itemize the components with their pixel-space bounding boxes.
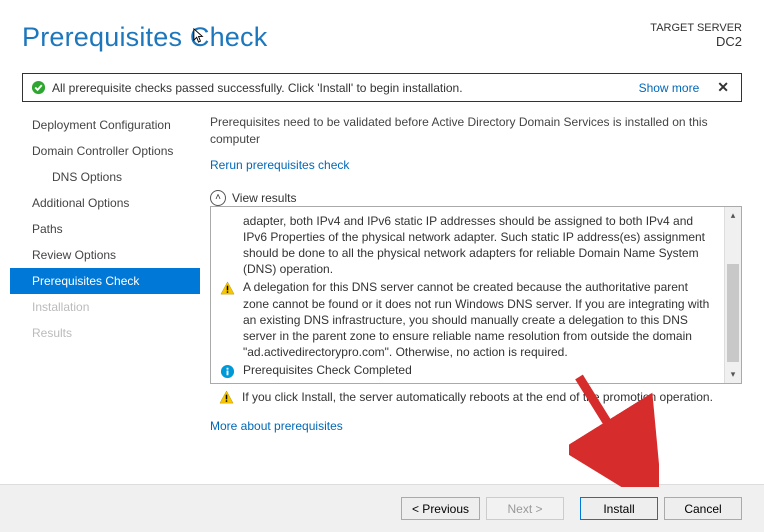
sidebar-item-prerequisites-check[interactable]: Prerequisites Check [10, 268, 200, 294]
status-banner-message: All prerequisite checks passed successfu… [46, 81, 639, 95]
sidebar-item-installation: Installation [10, 294, 200, 320]
show-more-link[interactable]: Show more [639, 81, 700, 95]
scroll-track[interactable] [725, 224, 741, 366]
previous-button[interactable]: < Previous [401, 497, 480, 520]
success-icon [219, 381, 235, 384]
footer-buttons: < Previous Next > Install Cancel [0, 484, 764, 532]
cancel-button[interactable]: Cancel [664, 497, 742, 520]
result-text-success: All prerequisite checks passed successfu… [243, 381, 717, 384]
view-results-label: View results [232, 191, 296, 205]
page-title: Prerequisites Check [22, 22, 267, 53]
sidebar: Deployment Configuration Domain Controll… [10, 110, 200, 433]
sidebar-item-results: Results [10, 320, 200, 346]
chevron-up-icon: ˄ [210, 190, 226, 206]
install-button[interactable]: Install [580, 497, 658, 520]
warning-icon [218, 390, 234, 405]
rerun-prerequisites-link[interactable]: Rerun prerequisites check [210, 158, 742, 172]
sidebar-item-dns-options[interactable]: DNS Options [10, 164, 200, 190]
view-results-toggle[interactable]: ˄ View results [210, 190, 742, 206]
content-area: Prerequisites need to be validated befor… [200, 110, 742, 433]
reboot-warning-row: If you click Install, the server automat… [210, 390, 742, 405]
description-text: Prerequisites need to be validated befor… [210, 114, 742, 148]
result-text-delegation: A delegation for this DNS server cannot … [243, 279, 717, 360]
sidebar-item-review-options[interactable]: Review Options [10, 242, 200, 268]
results-panel: adapter, both IPv4 and IPv6 static IP ad… [210, 206, 742, 384]
sidebar-item-deployment-configuration[interactable]: Deployment Configuration [10, 112, 200, 138]
results-scrollbar[interactable]: ▴ ▾ [724, 207, 741, 383]
cursor-icon [192, 27, 207, 45]
scroll-thumb[interactable] [727, 264, 739, 362]
target-server-label: TARGET SERVER [650, 22, 742, 34]
target-server-block: TARGET SERVER DC2 [650, 22, 742, 49]
reboot-warning-text: If you click Install, the server automat… [242, 390, 713, 404]
info-icon [219, 362, 235, 378]
sidebar-item-domain-controller-options[interactable]: Domain Controller Options [10, 138, 200, 164]
status-banner: All prerequisite checks passed successfu… [22, 73, 742, 102]
result-text-ip: adapter, both IPv4 and IPv6 static IP ad… [243, 213, 717, 278]
sidebar-item-additional-options[interactable]: Additional Options [10, 190, 200, 216]
close-banner-button[interactable]: ✕ [713, 79, 733, 96]
scroll-up-arrow-icon[interactable]: ▴ [725, 207, 741, 224]
target-server-name: DC2 [650, 34, 742, 49]
sidebar-item-paths[interactable]: Paths [10, 216, 200, 242]
success-icon [31, 80, 46, 95]
more-about-prerequisites-link[interactable]: More about prerequisites [210, 419, 742, 433]
page-title-text: Prerequisites Check [22, 22, 267, 52]
scroll-down-arrow-icon[interactable]: ▾ [725, 366, 741, 383]
result-text-completed: Prerequisites Check Completed [243, 362, 717, 378]
warning-icon [219, 279, 235, 295]
next-button: Next > [486, 497, 564, 520]
